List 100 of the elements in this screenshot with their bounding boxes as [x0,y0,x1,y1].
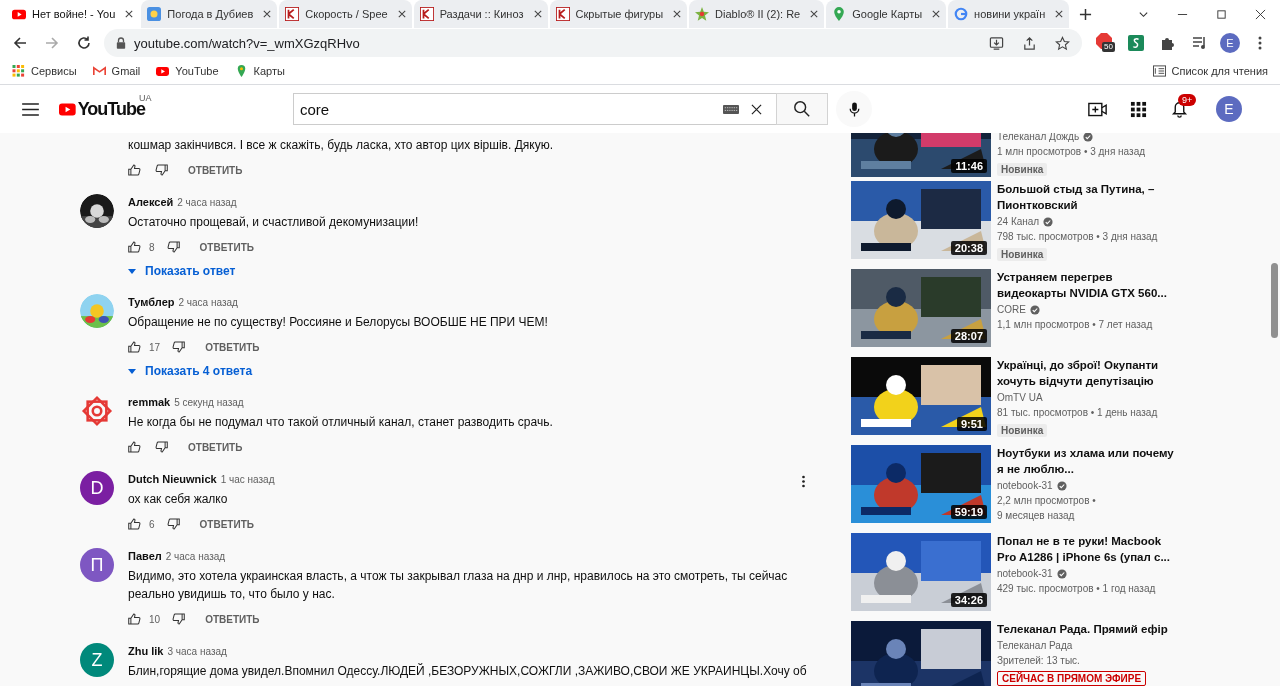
reply-button[interactable]: ОТВЕТИТЬ [193,237,260,257]
comment-time[interactable]: 3 часа назад [167,644,227,660]
avatar[interactable]: Z [80,643,114,677]
maximize-icon[interactable] [1216,8,1227,20]
comment-time[interactable]: 2 часа назад [178,295,238,311]
channel-name[interactable]: CORE [997,302,1026,317]
video-title[interactable]: Телеканал Рада. Прямий ефір [997,621,1181,637]
comment-time[interactable]: 2 часа назад [165,549,226,565]
browser-tab[interactable]: Раздачи :: Кинoз [413,0,548,28]
share-icon[interactable] [1022,35,1037,51]
video-title[interactable]: Ноутбуки из хлама или почему я не люблю... [997,445,1181,477]
video-title[interactable]: Українці, до зброї! Окупанти хочуть відчути депутізацію [997,357,1181,389]
channel-name[interactable]: Телеканал Дождь [997,133,1080,144]
channel-name[interactable]: OmTV UA [997,390,1043,405]
thumbs-up-icon[interactable] [128,164,141,176]
video-title[interactable]: Устраняем перегрев видеокарты NVIDIA GTX 560... [997,269,1181,301]
thumbs-down-icon[interactable] [166,241,180,253]
voice-search-button[interactable] [836,91,872,127]
thumbs-up-icon[interactable] [128,613,141,625]
thumbs-up-icon[interactable] [128,518,141,530]
lock-icon[interactable] [116,37,126,49]
clear-icon[interactable] [751,103,762,115]
comment-text: Блин,горящие дома увидел.Впомнил Одессу.ЛЮДЕЙ ,БЕЗОРУЖНЫХ,СОЖГЛИ ,ЗАЖИВО,СВОИ ЖЕ УКРАИНЦЫ.Хочу об [128,662,808,680]
channel-name[interactable]: 24 Канал [997,214,1040,229]
sun-icon [147,7,162,21]
thumbs-down-icon[interactable] [166,518,180,530]
comment-author[interactable]: Алексей [128,194,174,210]
channel-name[interactable]: Телеканал Рада [997,638,1073,653]
reply-button[interactable]: ОТВЕТИТЬ [182,160,249,180]
thumbs-up-icon[interactable] [128,341,141,353]
video-title[interactable]: Большой стыд за Путина, – Пионтковский [997,181,1181,213]
comment-time[interactable]: 5 секунд назад [174,395,244,411]
profile-avatar[interactable]: E [1220,33,1240,53]
star-icon[interactable] [1055,35,1070,51]
envelope-icon[interactable] [92,65,106,77]
thumbs-down-icon[interactable] [155,164,168,176]
close-icon[interactable] [263,10,272,18]
comment-author[interactable]: Zhu lik [128,643,164,659]
thumbs-down-icon[interactable] [172,341,186,353]
close-icon[interactable] [673,10,682,18]
comment-author[interactable]: Dutch Nieuwnick [128,471,217,487]
browser-tab[interactable]: новини україн [948,0,1070,28]
list-icon[interactable] [1152,65,1166,77]
close-icon[interactable] [1055,10,1064,18]
keyboard-icon[interactable] [723,104,739,114]
close-icon[interactable] [932,10,941,18]
extension-badge: 50 [1102,42,1115,52]
video-duration: 11:46 [951,159,987,173]
channel-name[interactable]: notebook-31 [997,478,1053,493]
bookmark[interactable]: Gmail [111,65,141,77]
avatar[interactable]: П [80,548,114,582]
youtube-icon[interactable] [156,65,170,77]
new-tab-icon[interactable] [1079,7,1093,21]
comment-time[interactable]: 1 час назад [220,472,275,488]
search-button[interactable] [776,93,828,125]
close-icon[interactable] [1255,8,1266,20]
apps-icon[interactable] [12,65,25,77]
browser-tab[interactable]: Погода в Дубиев [141,0,278,28]
scrollbar-thumb[interactable] [1271,263,1278,338]
browser-tab[interactable]: Google Карты [826,0,947,28]
close-icon[interactable] [397,10,406,18]
apps-grid-icon[interactable] [1129,100,1148,118]
reply-button[interactable]: ОТВЕТИТЬ [182,437,249,457]
comment-author[interactable]: Тумблер [128,294,175,310]
browser-tab[interactable]: Скрытые фигуры [549,0,688,28]
bookmark[interactable]: YouTube [175,65,219,77]
address-bar[interactable]: youtube.com/watch?v=_wmXGzqRHvo [134,35,360,51]
account-avatar[interactable]: E [1216,96,1242,122]
comment-author[interactable]: Павел [128,548,162,564]
browser-tab[interactable]: Скорость / Spee [279,0,412,28]
close-icon[interactable] [125,10,134,18]
show-replies-button[interactable]: Показать 4 ответа [128,360,253,382]
show-replies-button[interactable]: Показать ответ [128,260,236,282]
more-icon[interactable] [802,475,805,488]
browser-tab[interactable]: Diablo® II (2): Re [689,0,825,28]
live-badge: СЕЙЧАС В ПРЯМОМ ЭФИРЕ [997,671,1147,686]
thumbs-up-icon[interactable] [128,441,141,453]
thumbs-down-icon[interactable] [172,613,186,625]
install-icon[interactable] [989,35,1004,51]
close-icon[interactable] [810,10,819,18]
reading-list-link[interactable]: Список для чтения [1171,65,1268,77]
close-icon[interactable] [533,10,542,18]
reply-button[interactable]: ОТВЕТИТЬ [199,609,266,629]
create-video-icon[interactable] [1088,100,1107,118]
video-stats: 798 тыс. просмотров • 3 дня назад [997,230,1159,244]
new-badge: Новинка [997,248,1048,261]
comment-time[interactable]: 2 часа назад [177,195,237,211]
video-title[interactable]: Попал не в те руки! Macbook Pro A1286 | iPhone 6s (упал с... [997,533,1181,565]
search-field[interactable]: core [293,93,703,125]
comment-author[interactable]: remmak [128,394,171,410]
star-emblem-icon[interactable] [80,394,114,428]
reply-button[interactable]: ОТВЕТИТЬ [193,514,260,534]
menu-icon[interactable] [22,102,39,116]
thumbs-up-icon[interactable] [128,241,141,253]
avatar[interactable]: D [80,471,114,505]
bookmark[interactable]: Сервисы [31,65,77,77]
thumbs-down-icon[interactable] [155,441,168,453]
channel-name[interactable]: notebook-31 [997,566,1053,581]
bookmark[interactable]: Карты [253,65,285,77]
reply-button[interactable]: ОТВЕТИТЬ [199,337,266,357]
